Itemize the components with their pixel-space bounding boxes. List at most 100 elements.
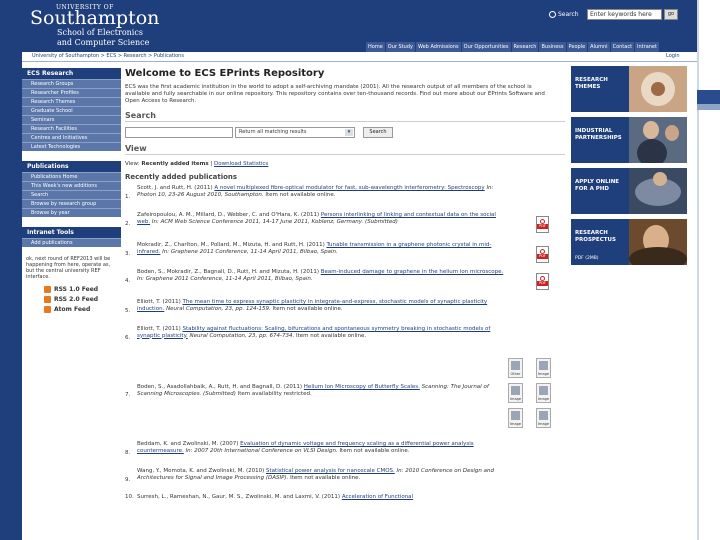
nav-alumni[interactable]: Alumni (588, 42, 610, 52)
sidebar-item-add-publications[interactable]: Add publications (22, 238, 121, 247)
item-number: 10. (125, 494, 134, 500)
promo-image (629, 66, 687, 112)
promo-research-themes[interactable]: RESEARCH THEMES (571, 66, 687, 112)
item-citation: Elliott, T. (2011) Stability against flu… (137, 326, 507, 356)
search-heading: Search (125, 111, 565, 122)
item-citation: Scott, J. and Rutt, H. (2011) A novel mu… (137, 185, 507, 212)
search-icon (549, 11, 556, 18)
list-item: 3. Mokradir, Z., Charlton, M., Pollard, … (125, 242, 565, 269)
top-navigation: Home Our Study Web Admissions Our Opport… (365, 42, 659, 52)
search-input[interactable] (125, 127, 233, 138)
sidebar-item-centres[interactable]: Centres and Initiatives (22, 133, 121, 142)
promo-title: INDUSTRIAL PARTNERSHIPS (575, 128, 622, 141)
search-mode-select[interactable]: Return all matching results ▾ (235, 127, 355, 138)
sidebar-heading-research[interactable]: ECS Research (22, 68, 121, 79)
pdf-icon[interactable]: PDF (536, 216, 549, 233)
promo-industrial-partnerships[interactable]: INDUSTRIAL PARTNERSHIPS (571, 117, 687, 163)
header-go-button[interactable]: go (664, 9, 678, 20)
item-citation: Zafeiropoulou, A. M., Millard, D., Webbe… (137, 212, 507, 242)
rss-icon (44, 306, 51, 313)
nav-study[interactable]: Our Study (385, 42, 415, 52)
item-title-link[interactable]: Beam-induced damage to graphene in the h… (321, 269, 504, 275)
item-authors: Wang, Y., Momota, K. and Zwolinski, M. (… (137, 468, 265, 474)
rss2-feed-link[interactable]: RSS 2.0 Feed (44, 296, 121, 303)
image-file-icon[interactable]: Image (536, 383, 551, 403)
list-item: 6. Elliott, T. (2011) Stability against … (125, 326, 565, 356)
image-file-icon[interactable]: Image (536, 408, 551, 428)
item-venue: In: ACM Web Science Conference 2011, 14-… (151, 218, 398, 225)
promo-subtitle: PDF (2MB) (575, 256, 599, 261)
pdf-icon[interactable]: PDF (536, 273, 549, 290)
promo-apply-phd[interactable]: APPLY ONLINE FOR A PHD (571, 168, 687, 214)
sidebar-item-researcher-profiles[interactable]: Researcher Profiles (22, 88, 121, 97)
sidebar-item-seminars[interactable]: Seminars (22, 115, 121, 124)
slide-frame-left (0, 0, 22, 540)
sidebar-item-new-additions[interactable]: This Week's new additions (22, 181, 121, 190)
promo-research-prospectus[interactable]: RESEARCH PROSPECTUS PDF (2MB) (571, 219, 687, 265)
slide-frame-right (697, 0, 720, 540)
nav-research[interactable]: Research (511, 42, 539, 52)
item-title-link[interactable]: Helium Ion Microscopy of Butterfly Scale… (304, 384, 420, 390)
rss2-feed-label: RSS 2.0 Feed (54, 296, 99, 303)
promo-image (629, 168, 687, 214)
item-title-link[interactable]: A novel multiplexed fibre-optical modula… (214, 185, 484, 191)
frame-stripe (697, 90, 720, 104)
item-authors: Boden, S., Mokradir, Z., Bagnall, D., Ru… (137, 269, 319, 275)
nav-intranet[interactable]: Intranet (635, 42, 659, 52)
sidebar-heading-intranet[interactable]: Intranet Tools (22, 227, 121, 238)
item-citation: Surresh, L., Rameshan, N., Gaur, M. S., … (137, 494, 507, 506)
item-title-link[interactable]: Acceleration of Functional (342, 494, 413, 500)
list-item: 5. Elliott, T. (2011) The mean time to e… (125, 299, 565, 326)
image-file-icon[interactable]: Image (536, 358, 551, 378)
sidebar-item-latest-technologies[interactable]: Latest Technologies (22, 142, 121, 151)
rss1-feed-link[interactable]: RSS 1.0 Feed (44, 286, 121, 293)
university-logo[interactable]: Southampton (30, 7, 159, 29)
sidebar-note: ok, next round of REF2013 will be happen… (26, 256, 111, 280)
item-citation: Boden, S., Asadollahbaik, A., Rutt, H. a… (137, 356, 507, 441)
image-file-icon[interactable]: Image (508, 383, 523, 403)
atom-feed-link[interactable]: Atom Feed (44, 306, 121, 313)
item-title-link[interactable]: Statistical power analysis for nanoscale… (266, 468, 395, 474)
publication-list: 1. Scott, J. and Rutt, H. (2011) A novel… (125, 185, 565, 506)
item-authors: Zafeiropoulou, A. M., Millard, D., Webbe… (137, 212, 320, 218)
school-name-line2: and Computer Science (57, 38, 150, 47)
item-authors: Scott, J. and Rutt, H. (2011) (137, 185, 213, 191)
rss-icon (44, 286, 51, 293)
sidebar-item-research-facilities[interactable]: Research Facilities (22, 124, 121, 133)
sidebar-item-publications-home[interactable]: Publications Home (22, 172, 121, 181)
sidebar-item-graduate-school[interactable]: Graduate School (22, 106, 121, 115)
sidebar-item-research-themes[interactable]: Research Themes (22, 97, 121, 106)
view-prefix: View: (125, 161, 140, 167)
header-search-input[interactable]: Enter keywords here (587, 9, 662, 20)
download-statistics-link[interactable]: Download Statistics (214, 161, 268, 167)
nav-opportunities[interactable]: Our Opportunities (461, 42, 511, 52)
item-venue: Neural Computation, 23, pp. 674-734. (189, 332, 295, 339)
nav-people[interactable]: People (566, 42, 588, 52)
nav-home[interactable]: Home (366, 42, 385, 52)
sidebar-item-browse-year[interactable]: Browse by year (22, 208, 121, 217)
other-file-icon[interactable]: Other (508, 358, 523, 378)
breadcrumb[interactable]: University of Southampton > ECS > Resear… (32, 53, 184, 59)
nav-contact[interactable]: Contact (610, 42, 635, 52)
search-button[interactable]: Search (363, 127, 393, 138)
item-citation: Elliott, T. (2011) The mean time to expr… (137, 299, 507, 326)
item-authors: Boden, S., Asadollahbaik, A., Rutt, H. a… (137, 384, 303, 390)
sidebar-item-search[interactable]: Search (22, 190, 121, 199)
item-status: Item not available online. (339, 447, 410, 454)
nav-admissions[interactable]: Web Admissions (415, 42, 461, 52)
item-status: Item not available online. (290, 474, 361, 481)
sidebar-item-research-groups[interactable]: Research Groups (22, 79, 121, 88)
sidebar-heading-publications[interactable]: Publications (22, 161, 121, 172)
recent-heading: Recently added publications (125, 173, 238, 181)
login-link[interactable]: Login (666, 53, 680, 59)
item-venue: In: 2007 20th International Conference o… (185, 447, 338, 454)
nav-business[interactable]: Business (539, 42, 566, 52)
item-number: 9. (125, 477, 131, 483)
sidebar-item-browse-group[interactable]: Browse by research group (22, 199, 121, 208)
image-file-icon[interactable]: Image (508, 408, 523, 428)
pdf-icon[interactable]: PDF (536, 246, 549, 263)
rss1-feed-label: RSS 1.0 Feed (54, 286, 99, 293)
item-venue: In: Graphene 2011 Conference, 11-14 Apri… (162, 248, 338, 255)
promo-title: APPLY ONLINE FOR A PHD (575, 179, 620, 192)
rss-icon (44, 296, 51, 303)
